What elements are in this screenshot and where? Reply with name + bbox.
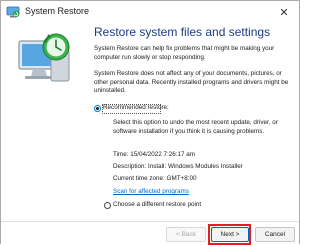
window-title: System Restore	[25, 6, 90, 16]
recommended-restore-label[interactable]: Recommended restore:	[103, 104, 183, 113]
restore-description: Description: Install: Windows Modules In…	[113, 163, 243, 170]
intro-text: System Restore can help fix problems tha…	[94, 45, 275, 61]
different-restore-point-radio[interactable]	[104, 202, 111, 209]
current-timezone: Current time zone: GMT+8:00	[113, 175, 197, 182]
restore-computer-icon	[18, 33, 70, 82]
recommended-restore-radio[interactable]	[94, 105, 101, 112]
system-restore-window: System Restore ✕ Restore system files an…	[0, 0, 300, 245]
close-icon: ✕	[279, 6, 289, 19]
page-heading: Restore system files and settings	[94, 25, 271, 39]
recommended-description: Select this option to undo the most rece…	[113, 119, 278, 135]
close-button[interactable]: ✕	[269, 1, 299, 23]
back-button[interactable]: < Back	[166, 227, 206, 242]
scan-affected-programs-link[interactable]: Scan for affected programs	[113, 188, 233, 197]
note-text: System Restore does not affect any of yo…	[94, 70, 289, 94]
title-bar: System Restore ✕	[1, 1, 299, 23]
system-restore-icon	[6, 6, 20, 18]
restore-time: Time: 15/04/2022 7:26:17 am	[113, 151, 196, 158]
cancel-button[interactable]: Cancel	[255, 227, 295, 242]
different-restore-point-label[interactable]: Choose a different restore point	[113, 201, 263, 210]
next-button-highlight	[208, 224, 251, 245]
